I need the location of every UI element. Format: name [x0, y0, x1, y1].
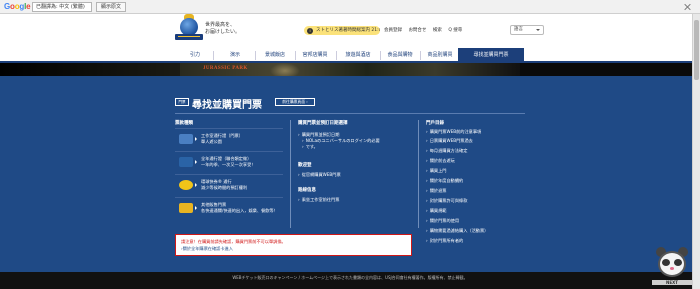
character-icon: [179, 203, 193, 213]
ticket-item-annual-pass[interactable]: 全年通行證（聯合類定做） 一年的季、一次又一次享受！: [175, 151, 283, 173]
ticket-desc: 單人遊公園: [201, 139, 222, 144]
warning-text: 請注意！在購買前請先確認，購買門票前不可以單調換。: [181, 239, 286, 244]
nav-item-goods[interactable]: 商品別購買: [422, 50, 458, 61]
ticket-item-other[interactable]: 其他販售門票 各快速通關/快速的出入，娛樂、餐飲等！: [175, 197, 283, 219]
directory-link-4[interactable]: 關於前去遊玩: [426, 158, 455, 164]
route-link[interactable]: 乘坐工作室前往門票: [298, 197, 340, 203]
main-nav: 引力 演示 景城飯店 官邦店購買 旅遊與酒店 食品與購物 商品別購買 尋找並購買…: [0, 48, 700, 63]
directory-link-11[interactable]: 購物需要過濾結購入（活動票）: [426, 228, 489, 234]
col-heading-route: 路線信息: [298, 188, 316, 193]
header-link-search-icon[interactable]: Q 搜尋: [448, 28, 462, 33]
watermark-text: NEXT: [652, 280, 692, 285]
directory-link-10[interactable]: 關於門票的使用: [426, 218, 459, 224]
jurassic-park-logo: JURASSIC PARK: [203, 66, 248, 71]
language-select[interactable]: 語言: [510, 25, 544, 35]
directory-link-5[interactable]: 購買上門: [426, 168, 447, 174]
translate-bar: Google 已翻譯為: 中文 (繁體) 顯示原文: [0, 0, 700, 14]
header-links: 会員登録 お問合せ 検索 Q 搜尋: [384, 27, 467, 33]
footer-copyright: WEBチケット販売口のキャンペーン / ホームページ上で表示された書類の全内容は…: [232, 275, 468, 280]
ticket-item-express-pass[interactable]: 環球快券® 通行 減少等候時間的預訂權利: [175, 174, 283, 196]
usj-logo-ribbon[interactable]: [175, 34, 203, 40]
header-link-member[interactable]: 会員登録: [384, 28, 402, 33]
warning-box: 請注意！在購買前請先確認，購買門票前不可以單調換。 ›關於全年購票在確認卡進入: [175, 234, 412, 256]
col-heading-ticket-types: 票款種類: [175, 121, 193, 126]
slogan: 世界最高を、 お届けしたい。: [205, 22, 240, 36]
nav-item-hotel[interactable]: 景城飯店: [258, 50, 292, 61]
directory-link-7[interactable]: 關於退票: [426, 188, 447, 194]
ticket-desc: 各快速通關/快速的出入，娛樂、餐飲等！: [201, 208, 278, 213]
nav-item-official-shop[interactable]: 官邦店購買: [297, 50, 333, 61]
nav-item-attractions[interactable]: 引力: [180, 50, 210, 61]
scrollbar[interactable]: [692, 14, 700, 289]
directory-link-3[interactable]: 每月週購買方法確定: [426, 148, 468, 154]
footer: WEBチケット販売口のキャンペーン / ホームページ上で表示された書類の全内容は…: [0, 272, 700, 289]
nav-item-travel[interactable]: 旅遊與酒店: [338, 50, 378, 61]
panda-watermark: NEXT: [652, 245, 692, 285]
ticket-desc: 減少等候時間的預訂權利: [201, 185, 248, 190]
hours-notice-pill[interactable]: ストとリス著著時間総案内 21:00: [304, 26, 380, 35]
web-ticket-link[interactable]: 從官網購買WEB門票: [298, 172, 341, 178]
annual-pass-icon: [179, 157, 193, 167]
directory-link-9[interactable]: 購買規範: [426, 208, 447, 214]
purchase-note-2: です。: [302, 144, 318, 150]
col-heading-login: 歡迎登: [298, 163, 312, 168]
ticket-badge: 門票: [175, 98, 189, 106]
hero-banner: JURASSIC PARK: [0, 63, 700, 76]
nav-item-tickets[interactable]: 尋找並購買門票: [458, 48, 524, 63]
col-heading-purchase: 購買門票並預訂日期選擇: [298, 121, 348, 126]
annual-pass-confirm-link[interactable]: ›關於全年購票在確認卡進入: [181, 246, 233, 252]
slogan-line-2: お届けしたい。: [205, 29, 241, 35]
express-pass-icon: [179, 180, 193, 190]
show-original-button[interactable]: 顯示原文: [96, 2, 127, 12]
page-title: 尋找並購買門票: [192, 100, 262, 111]
site-header: 世界最高を、 お届けしたい。 ストとリス著著時間総案内 21:00 会員登録 お…: [0, 14, 700, 48]
col-heading-directory: 門戶目錄: [426, 121, 444, 126]
ticket-desc: 一年的季、一次又一次享受！: [201, 162, 256, 167]
directory-link-12[interactable]: 對於門票所有者的: [426, 238, 464, 244]
translate-language-select[interactable]: 已翻譯為: 中文 (繁體): [32, 2, 92, 12]
ticket-icon: [179, 134, 193, 144]
directory-link-1[interactable]: 購買門票WEB前的注意事項: [426, 129, 482, 135]
ticket-item-studio-pass[interactable]: 工作室通行證（門票） 單人遊公園: [175, 128, 283, 150]
close-icon[interactable]: [684, 3, 692, 11]
header-link-search[interactable]: 検索: [433, 28, 442, 33]
go-purchase-button[interactable]: 前往購票頁面 ›: [275, 98, 315, 106]
google-logo: Google: [4, 2, 31, 11]
main-content: 門票 尋找並購買門票 前往購票頁面 › 票款種類 購買門票並預訂日期選擇 門戶目…: [0, 76, 700, 272]
header-link-contact[interactable]: お問合せ: [408, 28, 426, 33]
directory-link-8[interactable]: 對於購票許可與條款: [426, 198, 468, 204]
nav-item-food[interactable]: 食品與購物: [382, 50, 418, 61]
directory-link-6[interactable]: 關於年度自動續約: [426, 178, 464, 184]
slogan-line-1: 世界最高を、: [205, 22, 236, 28]
directory-link-2[interactable]: 日票購買WEB門票過去: [426, 138, 473, 144]
nav-item-shows[interactable]: 演示: [218, 50, 252, 61]
scroll-thumb[interactable]: [694, 20, 699, 80]
